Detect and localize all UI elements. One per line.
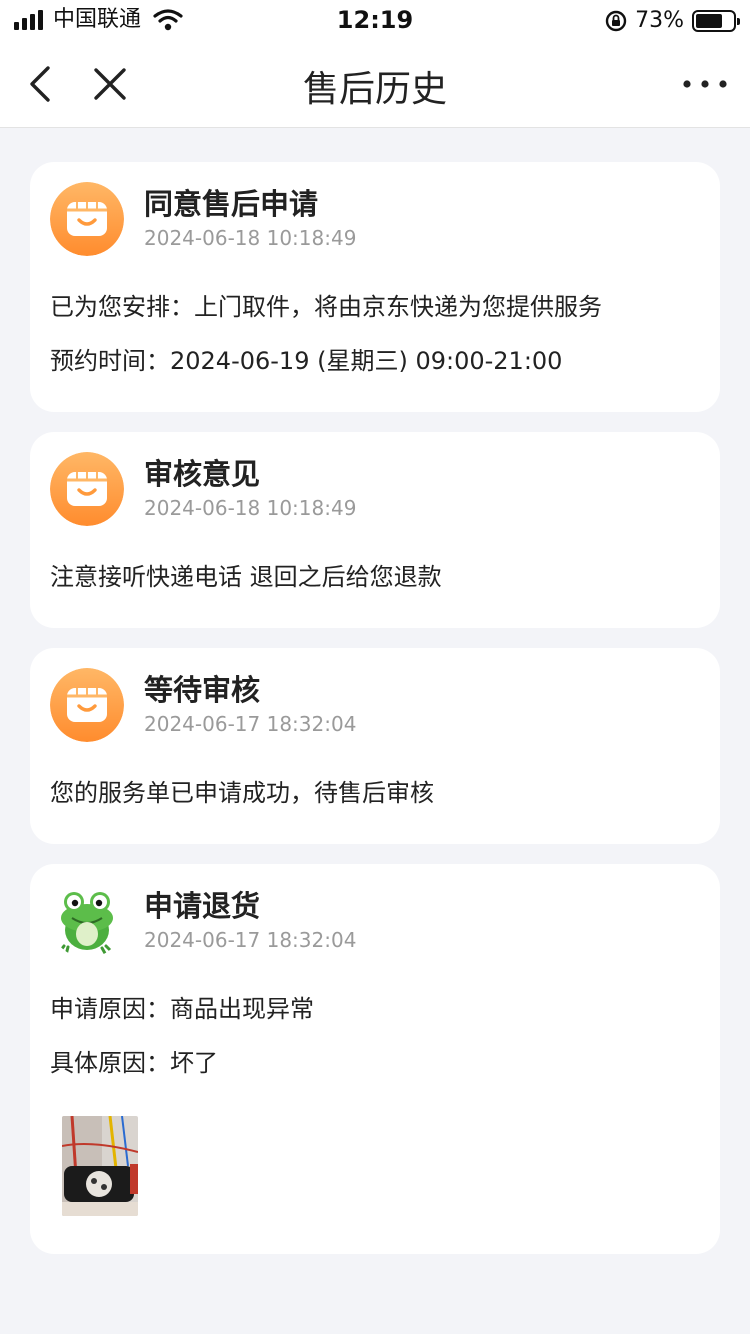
more-icon[interactable] <box>682 72 728 96</box>
card-header: 等待审核 2024-06-17 18:32:04 <box>50 668 700 750</box>
card-timestamp: 2024-06-18 10:18:49 <box>144 496 357 520</box>
card-header: 审核意见 2024-06-18 10:18:49 <box>50 452 700 534</box>
history-list: 同意售后申请 2024-06-18 10:18:49 已为您安排：上门取件，将由… <box>30 162 720 1274</box>
card-line: 您的服务单已申请成功，待售后审核 <box>50 779 434 807</box>
card-timestamp: 2024-06-17 18:32:04 <box>144 712 357 736</box>
rotation-lock-icon <box>605 10 627 31</box>
card-line: 已为您安排：上门取件，将由京东快递为您提供服务 <box>50 293 602 321</box>
card-head-text: 同意售后申请 2024-06-18 10:18:49 <box>144 186 356 252</box>
card-timestamp: 2024-06-17 18:32:04 <box>144 928 357 952</box>
battery-icon <box>692 9 740 32</box>
history-card: 审核意见 2024-06-18 10:18:49 注意接听快递电话 退回之后给您… <box>30 432 720 628</box>
card-body: 您的服务单已申请成功，待售后审核 <box>50 766 700 820</box>
card-timestamp: 2024-06-18 10:18:49 <box>144 226 357 250</box>
nav-bar: 售后历史 <box>0 40 750 128</box>
battery-percent: 73% <box>635 8 684 33</box>
page-title: 售后历史 <box>302 69 447 110</box>
card-title: 审核意见 <box>144 457 261 491</box>
history-card: 同意售后申请 2024-06-18 10:18:49 已为您安排：上门取件，将由… <box>30 162 720 412</box>
store-avatar <box>50 182 124 256</box>
store-avatar <box>50 668 124 742</box>
card-line: 预约时间：2024-06-19 (星期三) 09:00-21:00 <box>50 347 563 375</box>
card-body: 申请原因：商品出现异常 具体原因：坏了 <box>50 982 700 1090</box>
card-body: 已为您安排：上门取件，将由京东快递为您提供服务 预约时间：2024-06-19 … <box>50 280 700 388</box>
card-head-text: 等待审核 2024-06-17 18:32:04 <box>144 672 356 738</box>
card-body: 注意接听快递电话 退回之后给您退款 <box>50 550 700 604</box>
history-card: 等待审核 2024-06-17 18:32:04 您的服务单已申请成功，待售后审… <box>30 648 720 844</box>
frog-avatar <box>50 884 124 958</box>
card-title: 等待审核 <box>144 673 261 707</box>
card-header: 同意售后申请 2024-06-18 10:18:49 <box>50 182 700 264</box>
card-title: 申请退货 <box>144 889 261 923</box>
product-photo-thumbnail[interactable] <box>62 1116 138 1216</box>
status-right: 73% <box>605 8 740 33</box>
card-line: 具体原因：坏了 <box>50 1049 218 1077</box>
battery-fill <box>696 13 723 28</box>
store-avatar <box>50 452 124 526</box>
card-header: 申请退货 2024-06-17 18:32:04 <box>50 884 700 966</box>
card-head-text: 审核意见 2024-06-18 10:18:49 <box>144 456 356 522</box>
card-line: 注意接听快递电话 退回之后给您退款 <box>50 563 442 591</box>
card-title: 同意售后申请 <box>144 187 319 221</box>
card-head-text: 申请退货 2024-06-17 18:32:04 <box>144 888 356 954</box>
status-bar: 中国联通 12:19 73% <box>0 0 750 40</box>
history-card: 申请退货 2024-06-17 18:32:04 申请原因：商品出现异常 具体原… <box>30 864 720 1254</box>
card-line: 申请原因：商品出现异常 <box>50 995 314 1023</box>
